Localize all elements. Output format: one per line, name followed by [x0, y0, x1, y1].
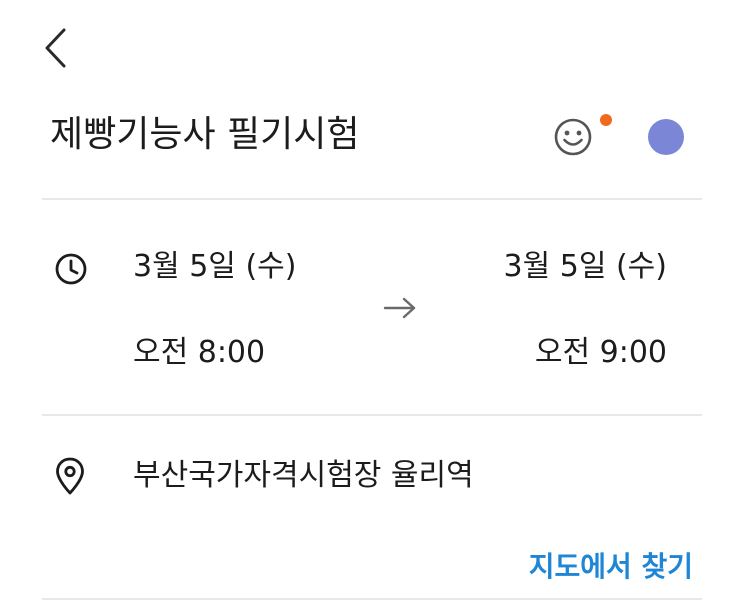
sticker-badge-dot: [600, 114, 612, 126]
find-on-map-button[interactable]: 지도에서 찾기: [529, 548, 693, 586]
map-pin-icon: [56, 457, 84, 495]
location-name[interactable]: 부산국가자격시험장 율리역: [133, 456, 474, 496]
arrow-right-icon: [383, 297, 416, 319]
smiley-icon: [554, 118, 592, 156]
back-button[interactable]: [36, 24, 76, 72]
location-section: 부산국가자격시험장 율리역 지도에서 찾기: [0, 418, 743, 598]
calendar-color-dot[interactable]: [648, 119, 684, 155]
divider: [42, 598, 702, 600]
start-time[interactable]: 오전 8:00: [133, 333, 265, 373]
clock-icon: [55, 253, 87, 285]
divider: [42, 414, 702, 416]
start-date[interactable]: 3월 5일 (수): [133, 247, 296, 287]
title-row: 제빵기능사 필기시험: [0, 100, 743, 170]
end-date[interactable]: 3월 5일 (수): [504, 247, 667, 287]
sticker-button[interactable]: [550, 112, 612, 160]
end-time[interactable]: 오전 9:00: [535, 333, 667, 373]
divider: [42, 198, 702, 200]
chevron-left-icon: [45, 28, 66, 68]
event-title: 제빵기능사 필기시험: [50, 114, 360, 155]
time-section[interactable]: 3월 5일 (수) 오전 8:00 3월 5일 (수) 오전 9:00: [0, 202, 743, 414]
